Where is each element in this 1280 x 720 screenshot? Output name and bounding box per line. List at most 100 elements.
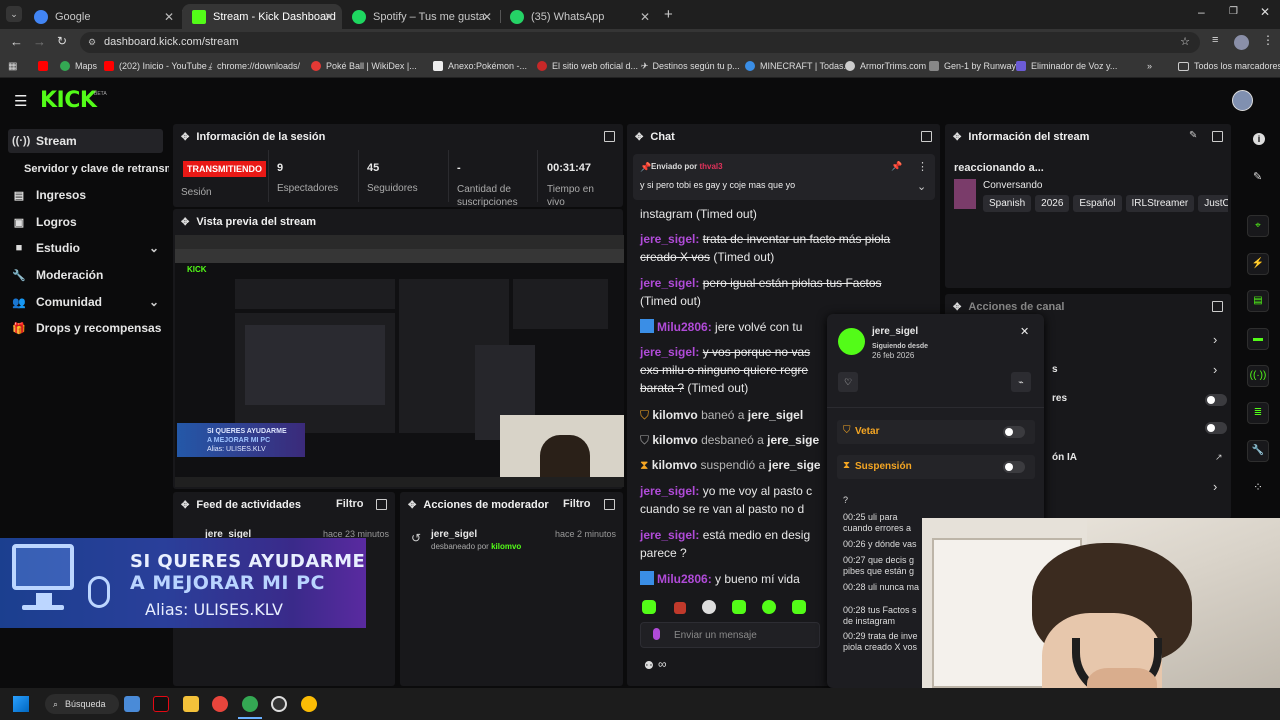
tag[interactable]: Spanish (983, 195, 1032, 212)
close-icon[interactable]: ✕ (1020, 325, 1029, 338)
obs-icon[interactable] (271, 696, 287, 712)
sidebar-item-comunidad[interactable]: 👥 Comunidad ⌄ (8, 290, 163, 314)
close-window-button[interactable]: ✕ (1260, 5, 1270, 19)
emote-icon[interactable] (642, 600, 656, 614)
browser-menu-icon[interactable]: ⋮ (1262, 33, 1274, 47)
chevron-right-icon[interactable]: › (1213, 332, 1217, 347)
chat-settings-icon[interactable]: ⚉ (644, 659, 654, 672)
lightning-icon[interactable]: ⚡ (1247, 253, 1269, 275)
clipboard-icon[interactable]: ▤ (1247, 290, 1269, 312)
sidebar-item-moderacion[interactable]: 🔧 Moderación (8, 263, 163, 287)
ban-row[interactable]: ⛉ Vetar (837, 420, 1035, 444)
tab-spotify[interactable]: Spotify – Tus me gusta ✕ (342, 4, 501, 29)
chrome-icon[interactable] (212, 696, 228, 712)
external-link-icon[interactable]: ↗ (1215, 452, 1223, 463)
tab-kick-dashboard[interactable]: Stream - Kick Dashboard ✕ (182, 4, 342, 29)
action-item-partial[interactable]: s (1052, 364, 1058, 375)
chrome-alt-icon[interactable] (301, 696, 317, 712)
bookmark-star-icon[interactable]: ☆ (1180, 32, 1190, 53)
stream-preview-video[interactable]: KICK SI QUERES AYUDARME A MEJORAR MI PC … (175, 235, 624, 487)
apps-grid-icon[interactable]: ▦ (8, 61, 17, 72)
tag[interactable]: IRLStreamer (1125, 195, 1195, 212)
taskbar-search[interactable]: ⌕ Búsqueda (45, 694, 119, 714)
dots-icon[interactable]: ⁘ (1253, 480, 1263, 494)
stack-icon[interactable]: ≣ (1247, 402, 1269, 424)
windows-start-icon[interactable] (13, 696, 29, 712)
popout-icon[interactable] (1212, 301, 1223, 312)
youtube-bookmark-icon[interactable] (38, 61, 53, 71)
tab-search-button[interactable]: ⌄ (6, 6, 22, 22)
sidebar-item-estudio[interactable]: ■ Estudio ⌄ (8, 236, 163, 260)
url-bar[interactable]: ⚙ dashboard.kick.com/stream ☆ (80, 32, 1200, 53)
close-icon[interactable]: ✕ (324, 10, 334, 24)
all-bookmarks[interactable]: Todos los marcadores (1178, 61, 1280, 71)
minimize-button[interactable]: – (1198, 5, 1205, 19)
infinity-icon[interactable]: ∞ (658, 657, 667, 671)
back-icon[interactable]: ← (10, 34, 23, 49)
emote-icon[interactable] (762, 600, 776, 614)
hamburger-menu-icon[interactable]: ☰ (14, 92, 27, 110)
close-icon[interactable]: ✕ (164, 10, 174, 24)
popout-icon[interactable] (376, 499, 387, 510)
tag[interactable]: JustC (1198, 195, 1228, 212)
bookmark-runway[interactable]: Gen-1 by Runway (929, 61, 1016, 71)
profile-avatar[interactable] (1234, 35, 1249, 50)
bookmark-eliminador[interactable]: Eliminador de Voz y... (1016, 61, 1117, 71)
emote-icon[interactable] (732, 600, 746, 614)
chevron-right-icon[interactable]: › (1213, 479, 1217, 494)
media-control-icon[interactable]: ≡ (1212, 34, 1218, 46)
ban-toggle[interactable] (1003, 426, 1025, 438)
chat-message[interactable]: jere_sigel: pero igual están piolas tus … (640, 274, 905, 310)
user-avatar[interactable] (838, 328, 865, 355)
popout-icon[interactable] (1212, 131, 1223, 142)
task-view-icon[interactable] (124, 696, 140, 712)
sidebar-item-drops[interactable]: 🎁 Drops y recompensas (8, 316, 163, 340)
chat-bubble-icon[interactable]: ▬ (1247, 328, 1269, 350)
reload-icon[interactable]: ↻ (57, 34, 67, 48)
emote-icon[interactable] (792, 600, 806, 614)
emote-icon[interactable] (674, 602, 686, 614)
toggle-switch[interactable] (1205, 422, 1227, 434)
sidebar-item-logros[interactable]: ▣ Logros (8, 210, 163, 234)
chevron-down-icon[interactable]: ⌄ (917, 180, 926, 193)
bookmark-sitio[interactable]: El sitio web oficial d... (537, 61, 638, 71)
microphone-icon[interactable] (653, 628, 660, 640)
category-name[interactable]: Conversando (983, 180, 1042, 191)
pencil-icon[interactable]: ✎ (1253, 170, 1262, 183)
new-tab-button[interactable]: + (664, 6, 673, 23)
close-icon[interactable]: ✕ (640, 10, 650, 24)
site-info-icon[interactable]: ⚙ (88, 32, 96, 53)
unpin-icon[interactable]: 📌 (891, 161, 902, 172)
restore-button[interactable]: ❐ (1229, 6, 1238, 17)
mod-action-user[interactable]: jere_sigel (431, 529, 477, 540)
user-avatar[interactable] (1232, 90, 1253, 111)
forward-icon[interactable]: → (33, 34, 46, 49)
timeout-toggle[interactable] (1003, 461, 1025, 473)
bookmark-minecraft[interactable]: MINECRAFT | Todas... (745, 61, 851, 71)
follow-heart-button[interactable]: ♡ (838, 372, 858, 392)
edit-icon[interactable]: ✎ (1189, 130, 1197, 141)
bookmark-maps[interactable]: Maps (60, 61, 97, 71)
bookmark-destinos[interactable]: ✈ Destinos según tu p... (640, 61, 740, 71)
filter-button[interactable]: Filtro (336, 498, 364, 510)
chat-message[interactable]: jere_sigel: yo me voy al pasto c cuando … (640, 482, 820, 518)
sidebar-item-servidor[interactable]: Servidor y clave de retransmisión (24, 157, 169, 181)
tab-google[interactable]: Google ✕ (24, 4, 183, 29)
timeout-row[interactable]: ⧗ Suspensión (837, 455, 1035, 479)
bookmarks-overflow-icon[interactable]: » (1147, 61, 1152, 71)
popout-icon[interactable] (604, 131, 615, 142)
popout-icon[interactable] (604, 499, 615, 510)
bookmark-wikidex[interactable]: Poké Ball | WikiDex |... (311, 61, 417, 71)
tag[interactable]: 2026 (1035, 195, 1070, 212)
mute-button[interactable]: ⌁ (1011, 372, 1031, 392)
tag[interactable]: Español (1073, 195, 1122, 212)
chrome-profile-icon[interactable] (242, 696, 258, 712)
chat-message[interactable]: jere_sigel: trata de inventar un facto m… (640, 230, 905, 266)
bookmark-armortrims[interactable]: ArmorTrims.com (845, 61, 926, 71)
chat-message[interactable]: instagram (Timed out) (640, 205, 905, 223)
target-icon[interactable]: ⌖ (1247, 215, 1269, 237)
close-icon[interactable]: ✕ (482, 10, 492, 24)
info-icon[interactable]: i (1253, 133, 1265, 145)
chevron-right-icon[interactable]: › (1213, 362, 1217, 377)
broadcast-icon[interactable]: ((·)) (1247, 365, 1269, 387)
